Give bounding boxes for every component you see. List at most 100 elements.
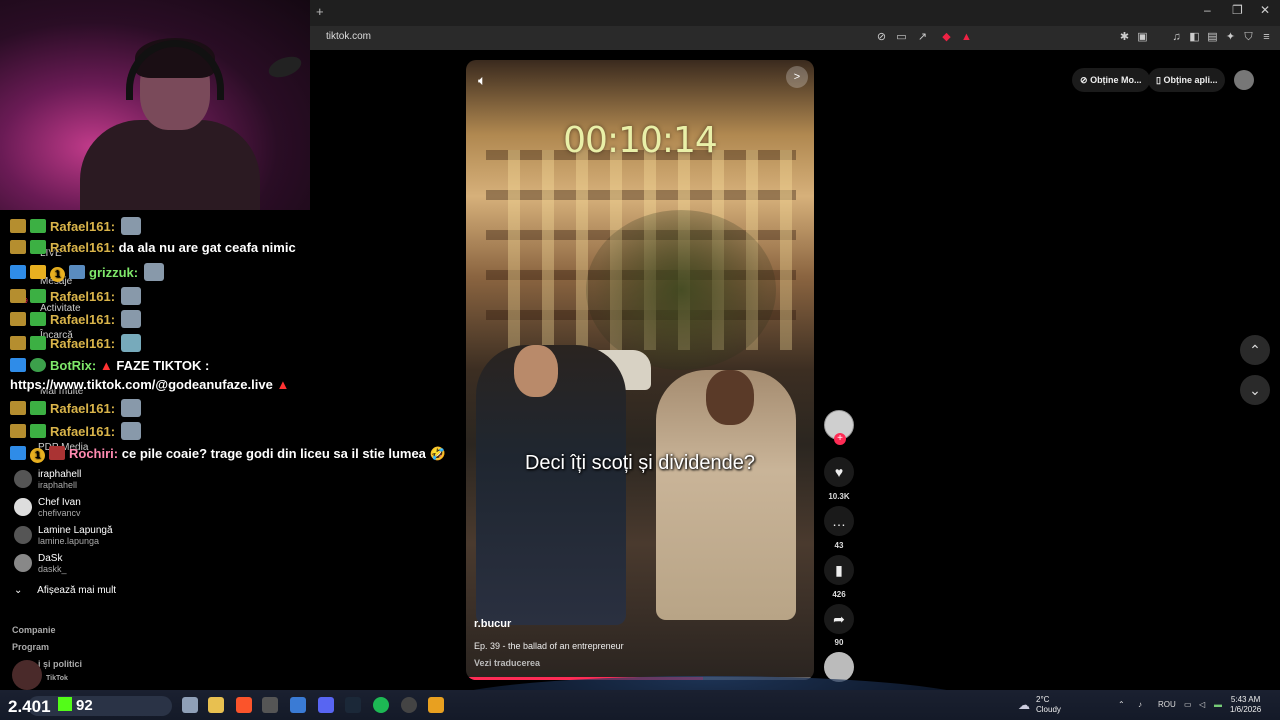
- get-coins-button[interactable]: ⊘ Obține Mo...: [1072, 68, 1150, 92]
- like-button[interactable]: ♥: [824, 457, 854, 487]
- video-timer-overlay: 00:10:14: [563, 120, 718, 161]
- menu-icon[interactable]: ≡: [1260, 31, 1273, 44]
- previous-video-button[interactable]: ⌃: [1240, 335, 1270, 365]
- next-video-button[interactable]: ⌄: [1240, 375, 1270, 405]
- chat-message: Rafael161:: [10, 217, 141, 235]
- kick-icon: [58, 697, 72, 711]
- language-indicator[interactable]: ROU: [1158, 700, 1176, 709]
- comment-button[interactable]: …: [824, 506, 854, 536]
- rockstar-icon[interactable]: [428, 697, 444, 713]
- woman-head: [706, 370, 754, 425]
- video-author[interactable]: r.bucur: [474, 618, 511, 630]
- brave-rewards-icon[interactable]: ▲: [960, 31, 973, 44]
- screenshot-icon[interactable]: ▣: [1136, 31, 1149, 44]
- link-politici[interactable]: i și politici: [38, 659, 82, 669]
- chat-text: da ala nu are gat ceafa nimic: [118, 240, 296, 255]
- leo-ai-icon[interactable]: ✦: [1224, 31, 1237, 44]
- profile-avatar[interactable]: [1234, 70, 1254, 90]
- app-icon[interactable]: [290, 697, 306, 713]
- show-more-button[interactable]: ⌄ Afișează mai mult: [14, 585, 116, 596]
- spotify-icon[interactable]: [373, 697, 389, 713]
- camera-badge-icon: [10, 336, 26, 350]
- phone-icon: ▯: [1156, 75, 1161, 85]
- kick-viewer-number: 92: [76, 697, 93, 714]
- chat-text: ce pile coaie? trage godi din liceu sa i…: [121, 446, 446, 461]
- music-disc-avatar[interactable]: [824, 652, 854, 682]
- vpn-icon[interactable]: ⛉: [1242, 31, 1255, 44]
- gift-badge-icon: [30, 312, 46, 326]
- close-button[interactable]: ✕: [1260, 3, 1270, 17]
- brave-browser-icon[interactable]: [236, 697, 252, 713]
- emote-icon: [120, 399, 141, 417]
- url-text[interactable]: tiktok.com: [326, 31, 371, 42]
- brave-shields-icon[interactable]: ◆: [940, 31, 953, 44]
- mod-badge-icon: [10, 446, 26, 460]
- chat-username: Rafael161:: [50, 289, 116, 304]
- volume-icon[interactable]: ◁: [1199, 700, 1205, 709]
- video-caption: Ep. 39 - the ballad of an entrepreneur: [474, 641, 624, 651]
- account-item[interactable]: iraphahell iraphahell: [38, 469, 81, 490]
- weather-text: Cloudy: [1036, 705, 1061, 714]
- tray-chevron-icon[interactable]: ⌃: [1118, 700, 1125, 709]
- link-companie[interactable]: Companie: [12, 625, 56, 635]
- share-icon[interactable]: ↗: [916, 31, 929, 44]
- music-icon[interactable]: ♫: [1170, 31, 1183, 44]
- no-camera-icon[interactable]: ⊘: [875, 31, 888, 44]
- chat-message-continued: https://www.tiktok.com/@godeanufaze.live…: [10, 377, 289, 392]
- extensions-icon[interactable]: ✱: [1118, 31, 1131, 44]
- obs-icon[interactable]: [262, 697, 278, 713]
- weather-widget[interactable]: 2°C Cloudy: [1036, 695, 1061, 715]
- account-item[interactable]: Chef Ivan chefivancv: [38, 497, 81, 518]
- link-tiktok[interactable]: TikTok: [46, 675, 68, 682]
- streamer-body: [80, 120, 260, 210]
- clock-date: 1/6/2026: [1230, 705, 1262, 714]
- browser-tab-bar: + – ❐ ✕: [310, 0, 1280, 26]
- system-clock[interactable]: 5:43 AM 1/6/2026: [1230, 695, 1261, 715]
- get-app-label: Obține apli...: [1163, 75, 1218, 85]
- comment-icon: …: [832, 513, 846, 529]
- account-avatar[interactable]: [14, 470, 32, 488]
- app-icon[interactable]: [401, 697, 417, 713]
- see-translation-link[interactable]: Vezi traducerea: [474, 658, 540, 668]
- emote-icon: [120, 310, 141, 328]
- emote-icon: [120, 422, 141, 440]
- address-bar[interactable]: tiktok.com ⊘ ▭ ↗ ◆ ▲ ✱ ▣ ♫ ◧ ▤ ✦ ⛉ ≡: [310, 26, 1280, 50]
- chat-username: Rafael161:: [50, 424, 116, 439]
- chat-message: Rafael161: da ala nu are gat ceafa nimic: [10, 240, 296, 255]
- link-program[interactable]: Program: [12, 642, 49, 652]
- account-item[interactable]: Lamine Lapungă lamine.lapunga: [38, 525, 113, 546]
- account-item[interactable]: DaSk daskk_: [38, 553, 67, 574]
- account-avatar[interactable]: [14, 554, 32, 572]
- account-avatar[interactable]: [14, 498, 32, 516]
- chat-username: Rafael161:: [50, 312, 116, 327]
- save-button[interactable]: ▮: [824, 555, 854, 585]
- discord-icon[interactable]: [318, 697, 334, 713]
- siren-icon: ▲: [99, 358, 113, 373]
- like-count: 10.3K: [828, 492, 850, 501]
- chat-message: Rafael161:: [10, 399, 141, 417]
- share-button[interactable]: ➦: [824, 604, 854, 634]
- sidebar-toggle-icon[interactable]: ◧: [1188, 31, 1201, 44]
- expand-icon[interactable]: >: [786, 66, 808, 88]
- microphone-icon[interactable]: ♪: [1138, 700, 1142, 709]
- volume-icon[interactable]: 🔈︎: [478, 72, 486, 89]
- steam-icon[interactable]: [345, 697, 361, 713]
- tree: [586, 210, 776, 370]
- install-app-icon[interactable]: ▭: [895, 31, 908, 44]
- maximize-button[interactable]: ❐: [1232, 3, 1243, 17]
- battery-icon[interactable]: ▬: [1214, 700, 1222, 709]
- task-view-icon[interactable]: [182, 697, 198, 713]
- follow-plus-icon[interactable]: +: [834, 433, 846, 445]
- new-tab-button[interactable]: +: [316, 4, 324, 19]
- emote-icon: [143, 263, 164, 281]
- get-app-button[interactable]: ▯ Obține apli...: [1148, 68, 1226, 92]
- chat-username: grizzuk:: [89, 265, 139, 280]
- monitor-icon[interactable]: ▭: [1184, 700, 1192, 709]
- badge-icon: [49, 446, 65, 460]
- minimize-button[interactable]: –: [1204, 3, 1211, 17]
- wallet-icon[interactable]: ▤: [1206, 31, 1219, 44]
- file-explorer-icon[interactable]: [208, 697, 224, 713]
- chat-link[interactable]: https://www.tiktok.com/@godeanufaze.live: [10, 377, 273, 392]
- account-avatar[interactable]: [14, 526, 32, 544]
- video-player[interactable]: 00:10:14 Deci îți scoți și dividende? 🔈︎…: [466, 60, 814, 680]
